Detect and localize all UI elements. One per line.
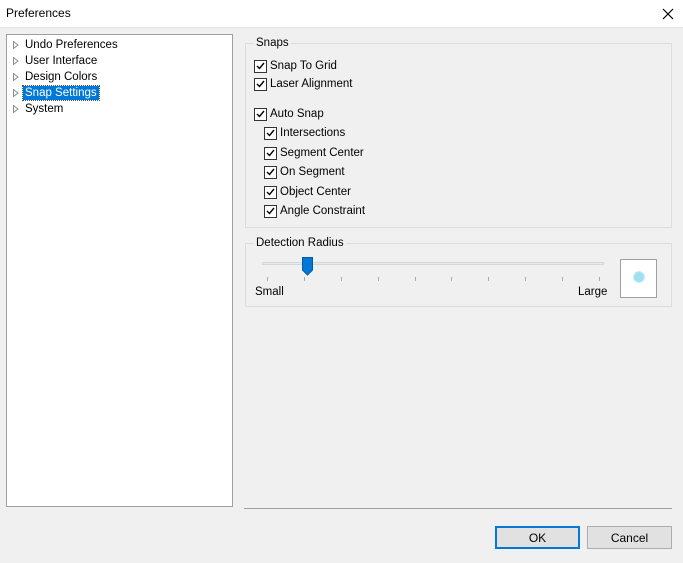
slider-tick [599, 277, 600, 281]
checkbox-label: Segment Center [280, 147, 364, 159]
checkbox-label: Laser Alignment [270, 78, 353, 90]
cancel-button[interactable]: Cancel [587, 526, 672, 549]
slider-tick [451, 277, 453, 281]
checkbox-label: On Segment [280, 166, 345, 178]
checkbox-label: Snap To Grid [270, 60, 337, 72]
intersections-checkbox[interactable]: Intersections [264, 125, 345, 141]
radius-preview [620, 259, 657, 298]
checkmark-icon[interactable] [254, 59, 267, 73]
slider-min-label: Small [255, 286, 284, 298]
checkbox-label: Intersections [280, 127, 346, 139]
tree-item-label: Snap Settings [22, 85, 100, 101]
on-segment-checkbox[interactable]: On Segment [264, 164, 345, 180]
slider-tick [377, 277, 379, 281]
checkbox-label: Auto Snap [270, 108, 324, 120]
radius-dot-icon [632, 270, 646, 287]
ok-button[interactable]: OK [495, 526, 580, 549]
slider-tick [267, 277, 268, 281]
angle-constraint-checkbox[interactable]: Angle Constraint [264, 203, 365, 219]
slider-tick [303, 277, 305, 281]
tree-item-system[interactable]: System [9, 101, 65, 117]
checkmark-icon[interactable] [264, 126, 277, 140]
slider-tick [562, 277, 564, 281]
expand-arrow-icon[interactable] [9, 37, 23, 53]
checkbox-label: Object Center [280, 186, 351, 198]
object-center-checkbox[interactable]: Object Center [264, 184, 351, 200]
title-bar: Preferences [0, 0, 683, 28]
tree-item-label: Undo Preferences [25, 39, 118, 51]
close-icon[interactable] [653, 0, 683, 27]
checkmark-icon[interactable] [254, 77, 267, 91]
expand-arrow-icon[interactable] [9, 53, 23, 69]
tree-item-label: System [25, 103, 64, 115]
slider-tick [488, 277, 490, 281]
slider-tick [525, 277, 527, 281]
tree-item-user-interface[interactable]: User Interface [9, 53, 99, 69]
checkbox-label: Angle Constraint [280, 205, 366, 217]
category-tree[interactable]: Undo Preferences User Interface Design C… [6, 34, 233, 507]
snap-to-grid-checkbox[interactable]: Snap To Grid [254, 58, 337, 74]
detection-radius-slider-track[interactable] [262, 262, 604, 265]
slider-max-label: Large [578, 286, 608, 298]
checkmark-icon[interactable] [264, 185, 277, 199]
detection-radius-title: Detection Radius [254, 237, 346, 249]
expand-arrow-icon[interactable] [9, 85, 23, 101]
segment-center-checkbox[interactable]: Segment Center [264, 145, 364, 161]
tree-item-label: User Interface [25, 55, 98, 67]
checkmark-icon[interactable] [264, 146, 277, 160]
window-title: Preferences [6, 6, 71, 20]
checkmark-icon[interactable] [264, 204, 277, 218]
slider-tick [340, 277, 342, 281]
snaps-group-title: Snaps [254, 37, 291, 49]
bottom-separator [244, 508, 672, 509]
expand-arrow-icon[interactable] [9, 69, 23, 85]
auto-snap-checkbox[interactable]: Auto Snap [254, 106, 324, 122]
tree-item-snap-settings[interactable]: Snap Settings [9, 85, 100, 101]
checkmark-icon[interactable] [264, 165, 277, 179]
checkmark-icon[interactable] [254, 107, 267, 121]
laser-alignment-checkbox[interactable]: Laser Alignment [254, 76, 352, 92]
slider-tick [414, 277, 416, 281]
expand-arrow-icon[interactable] [9, 101, 23, 117]
tree-item-label: Design Colors [25, 71, 98, 83]
slider-thumb[interactable] [301, 257, 313, 276]
tree-item-undo-preferences[interactable]: Undo Preferences [9, 37, 120, 53]
tree-item-design-colors[interactable]: Design Colors [9, 69, 99, 85]
